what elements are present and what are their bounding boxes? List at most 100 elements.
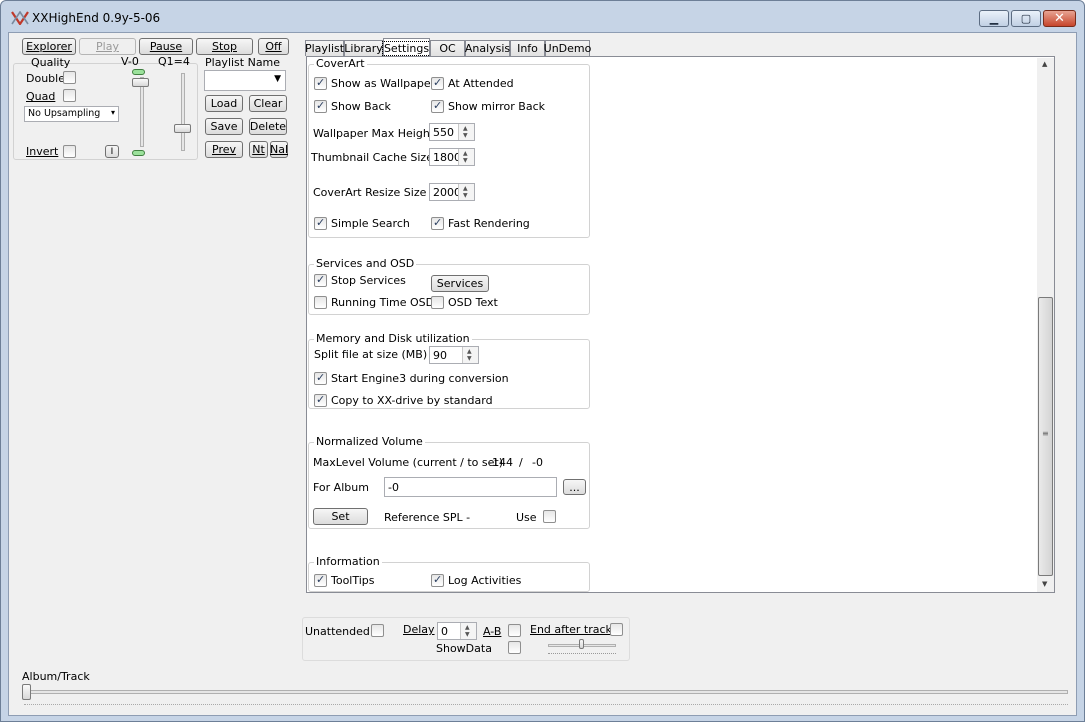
simple-search-checkbox[interactable]	[314, 216, 327, 230]
tab-playlist[interactable]: Playlist	[305, 40, 344, 56]
maxlevel-slash: /	[519, 456, 523, 469]
browse-button[interactable]: ...	[563, 479, 586, 495]
v-slider-thumb[interactable]	[132, 78, 149, 87]
double-label: Double	[26, 72, 65, 85]
stop-button[interactable]: Stop	[196, 38, 253, 55]
spinner-arrows-icon[interactable]: ▲ ▼	[458, 149, 474, 165]
quad-checkbox[interactable]	[63, 89, 76, 102]
for-album-input[interactable]: -0	[384, 477, 557, 497]
v-slider-track[interactable]	[140, 77, 144, 147]
spinner-arrows-icon[interactable]: ▲ ▼	[458, 124, 474, 140]
delete-button[interactable]: Delete	[249, 118, 287, 135]
show-wallpaper-checkbox[interactable]	[314, 76, 327, 90]
scroll-up-icon[interactable]: ▲	[1042, 60, 1047, 68]
osd-text-label: OSD Text	[448, 296, 498, 309]
normalized-volume-title: Normalized Volume	[314, 435, 425, 448]
wallpaper-max-height-spinner[interactable]: 550 ▲ ▼	[429, 123, 475, 141]
wallpaper-max-height-value: 550	[433, 126, 454, 139]
showdata-label: ShowData	[436, 642, 492, 655]
double-checkbox[interactable]	[63, 71, 76, 84]
client-area: Explorer Play Pause Stop Off Quality V-0…	[8, 32, 1077, 716]
maxlevel-to-set: -0	[532, 456, 543, 469]
information-title: Information	[314, 555, 382, 568]
log-activities-checkbox[interactable]	[431, 573, 444, 587]
clear-button[interactable]: Clear	[249, 95, 287, 112]
upsampling-value: No Upsampling	[28, 108, 101, 119]
minimize-button[interactable]: ▁	[979, 10, 1009, 27]
q-slider-track[interactable]	[181, 73, 185, 151]
thumbnail-cache-label: Thumbnail Cache Size	[311, 151, 433, 164]
i-button[interactable]: I	[105, 145, 119, 158]
prev-button[interactable]: Prev	[205, 141, 243, 158]
unattended-checkbox[interactable]	[371, 624, 384, 637]
use-checkbox[interactable]	[543, 510, 556, 523]
close-button[interactable]: ✕	[1043, 10, 1076, 27]
off-button[interactable]: Off	[258, 38, 289, 55]
tab-undemo[interactable]: UnDemo	[543, 40, 592, 56]
tab-oc[interactable]: OC	[430, 40, 465, 56]
running-time-osd-checkbox[interactable]	[314, 296, 327, 309]
services-button[interactable]: Services	[431, 275, 489, 292]
quality-title: Quality	[31, 56, 71, 69]
tab-library[interactable]: Library	[344, 40, 383, 56]
reference-spl-label: Reference SPL -	[384, 511, 471, 524]
scrollbar-thumb[interactable]: ≡	[1038, 297, 1053, 576]
spinner-arrows-icon[interactable]: ▲ ▼	[458, 184, 474, 200]
set-button[interactable]: Set	[313, 508, 368, 525]
upsampling-select[interactable]: No Upsampling ▾	[24, 106, 119, 122]
invert-checkbox[interactable]	[63, 145, 76, 158]
delay-spinner[interactable]: 0 ▲ ▼	[437, 622, 477, 640]
show-back-label: Show Back	[331, 100, 391, 113]
load-button[interactable]: Load	[205, 95, 243, 112]
album-track-slider-track[interactable]	[24, 690, 1068, 694]
stop-services-checkbox[interactable]	[314, 273, 327, 287]
delay-label: Delay	[403, 623, 435, 636]
scroll-down-icon[interactable]: ▼	[1042, 580, 1047, 588]
unattended-label: Unattended	[305, 625, 370, 638]
osd-text-checkbox[interactable]	[431, 296, 444, 309]
maxlevel-current: -144	[488, 456, 513, 469]
end-after-track-checkbox[interactable]	[610, 623, 623, 636]
play-button[interactable]: Play	[79, 38, 136, 55]
showdata-checkbox[interactable]	[508, 641, 521, 654]
start-engine-checkbox[interactable]	[314, 371, 327, 385]
fast-rendering-checkbox[interactable]	[431, 216, 444, 230]
log-activities-label: Log Activities	[448, 574, 522, 587]
show-mirror-back-checkbox[interactable]	[431, 99, 444, 113]
copy-xx-drive-checkbox[interactable]	[314, 393, 327, 407]
spinner-arrows-icon[interactable]: ▲ ▼	[460, 623, 476, 639]
bottom-slider-thumb[interactable]	[579, 639, 584, 649]
playlist-name-combo[interactable]: ▼	[204, 70, 286, 91]
save-playlist-button[interactable]: Save	[205, 118, 243, 135]
services-title: Services and OSD	[314, 257, 417, 270]
tab-analysis[interactable]: Analysis	[465, 40, 510, 56]
q-slider-thumb[interactable]	[174, 124, 191, 133]
album-track-slider-thumb[interactable]	[22, 684, 31, 700]
split-file-spinner[interactable]: 90 ▲ ▼	[429, 346, 479, 364]
at-attended-label: At Attended	[448, 77, 514, 90]
thumbnail-cache-spinner[interactable]: 1800 ▲ ▼	[429, 148, 475, 166]
pause-button[interactable]: Pause	[139, 38, 193, 55]
coverart-resize-spinner[interactable]: 2000 ▲ ▼	[429, 183, 475, 201]
tooltips-checkbox[interactable]	[314, 573, 327, 587]
ab-checkbox[interactable]	[508, 624, 521, 637]
tab-settings[interactable]: Settings	[381, 38, 432, 57]
settings-scrollbar[interactable]: ▲ ≡ ▼	[1037, 58, 1054, 592]
tab-info-label: Info	[517, 42, 538, 55]
tab-info[interactable]: Info	[510, 40, 545, 56]
nal-button[interactable]: Nal	[270, 141, 288, 158]
running-time-osd-label: Running Time OSD	[331, 296, 435, 309]
minimize-icon: ▁	[989, 12, 999, 25]
explorer-button[interactable]: Explorer	[22, 38, 76, 55]
spinner-arrows-icon[interactable]: ▲ ▼	[462, 347, 478, 363]
quad-label: Quad	[26, 90, 56, 103]
tab-undemo-label: UnDemo	[543, 42, 592, 55]
maximize-button[interactable]: ▢	[1011, 10, 1041, 27]
show-back-checkbox[interactable]	[314, 99, 327, 113]
at-attended-checkbox[interactable]	[431, 76, 444, 90]
nt-button[interactable]: Nt	[249, 141, 268, 158]
dropdown-arrow-icon: ▾	[110, 108, 115, 117]
title-bar[interactable]: XXHighEnd 0.9y-5-06 ▁ ▢ ✕	[1, 1, 1084, 33]
v-label: V-0	[121, 55, 139, 68]
tab-settings-label: Settings	[381, 40, 432, 56]
